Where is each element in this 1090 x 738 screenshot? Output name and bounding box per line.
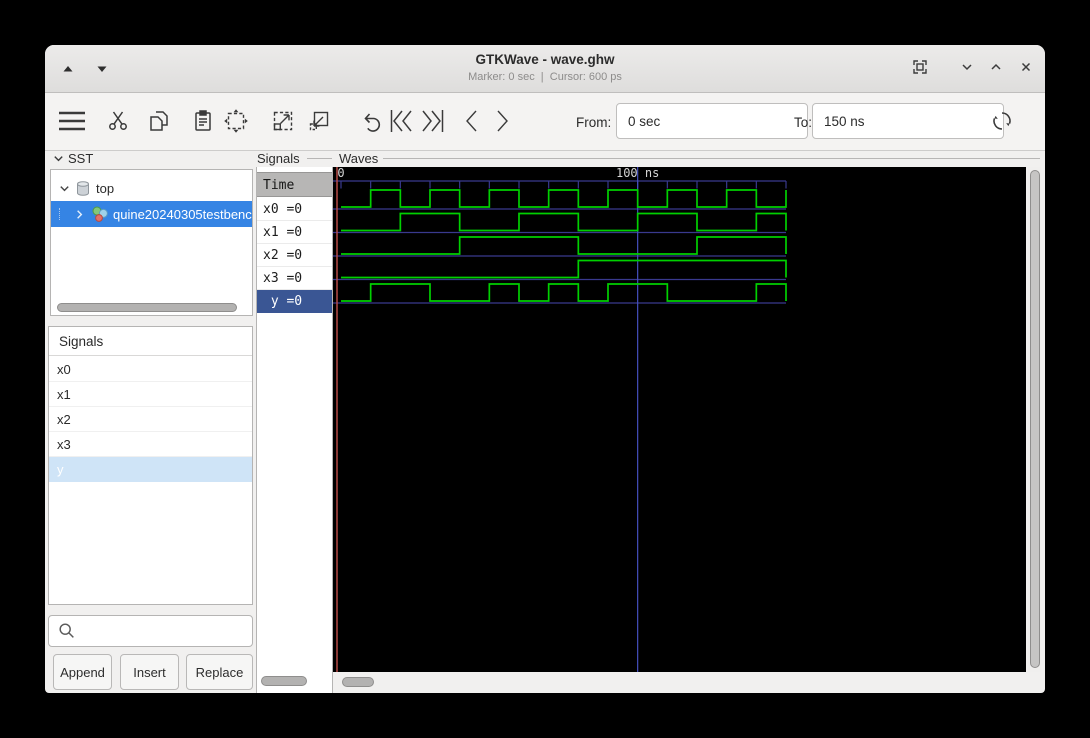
shift-right-button[interactable] bbox=[487, 106, 517, 136]
gtkwave-window: GTKWave - wave.ghw Marker: 0 sec | Curso… bbox=[45, 45, 1045, 693]
signal-name-panel: Time x0 =0 x1 =0 x2 =0 x3 =0 y =0 bbox=[256, 167, 333, 693]
signal-list-header: Signals bbox=[49, 327, 252, 356]
from-label: From: bbox=[576, 115, 612, 130]
close-button[interactable] bbox=[1011, 52, 1041, 82]
chevron-down-icon bbox=[60, 185, 69, 191]
signal-row-y[interactable]: y =0 bbox=[257, 290, 332, 313]
time-header[interactable]: Time bbox=[257, 172, 332, 197]
waves-vscrollbar[interactable] bbox=[1028, 167, 1041, 672]
chevron-left-icon bbox=[466, 110, 477, 132]
sst-tree-panel: top quine20240305testbenc bbox=[50, 169, 253, 316]
signal-search-box[interactable] bbox=[48, 615, 253, 647]
waves-vscrollbar-thumb[interactable] bbox=[1030, 170, 1040, 668]
list-item-x1[interactable]: x1 bbox=[49, 382, 252, 407]
zoom-fit-icon bbox=[224, 109, 248, 133]
tree-top-label: top bbox=[96, 180, 115, 196]
wave-canvas-svg: 0 100 ns bbox=[333, 167, 787, 672]
zoom-out-icon bbox=[309, 111, 329, 131]
list-item-x0[interactable]: x0 bbox=[49, 357, 252, 382]
signal-list-panel: Signals x0 x1 x2 x3 y bbox=[48, 326, 253, 605]
tree-hscrollbar-thumb[interactable] bbox=[57, 303, 237, 312]
menu-button[interactable] bbox=[57, 106, 87, 136]
undo-arrow-icon bbox=[364, 113, 381, 132]
undo-button[interactable] bbox=[357, 106, 387, 136]
replace-button[interactable]: Replace bbox=[186, 654, 253, 690]
cut-button[interactable] bbox=[103, 106, 133, 136]
shift-left-button[interactable] bbox=[457, 106, 487, 136]
zoom-out-button[interactable] bbox=[304, 106, 334, 136]
waves-frame-label: Waves bbox=[339, 151, 379, 166]
tree-row-testbench[interactable]: quine20240305testbenc bbox=[51, 201, 252, 227]
svg-text:0: 0 bbox=[337, 167, 344, 180]
tree-testbench-label: quine20240305testbenc bbox=[113, 206, 252, 222]
module-spheres-icon bbox=[92, 206, 108, 222]
chevron-up-icon bbox=[991, 63, 1001, 70]
copy-icon bbox=[150, 111, 168, 131]
signal-row-x1[interactable]: x1 =0 bbox=[257, 221, 332, 244]
waves-frame-line bbox=[383, 158, 1040, 159]
signal-row-x3[interactable]: x3 =0 bbox=[257, 267, 332, 290]
svg-text:100 ns: 100 ns bbox=[616, 167, 659, 180]
to-input[interactable] bbox=[812, 103, 1004, 139]
sst-label: SST bbox=[68, 151, 94, 166]
titlebar[interactable]: GTKWave - wave.ghw Marker: 0 sec | Curso… bbox=[45, 45, 1045, 93]
wave-canvas[interactable]: 0 100 ns bbox=[333, 167, 1026, 672]
minimize-button[interactable] bbox=[952, 52, 982, 82]
from-input[interactable] bbox=[616, 103, 808, 139]
signal-row-x0[interactable]: x0 =0 bbox=[257, 198, 332, 221]
chevron-right-icon bbox=[497, 110, 508, 132]
sst-expander[interactable]: SST bbox=[52, 151, 93, 166]
database-cylinder-icon bbox=[77, 180, 89, 196]
signals-hscrollbar-thumb[interactable] bbox=[261, 676, 307, 686]
tree-row-top[interactable]: top bbox=[51, 175, 252, 201]
chevron-down-icon bbox=[54, 156, 63, 162]
paste-button[interactable] bbox=[188, 106, 218, 136]
zoom-fit-button[interactable] bbox=[221, 106, 251, 136]
to-label: To: bbox=[794, 115, 813, 130]
hamburger-menu-icon bbox=[59, 111, 85, 131]
chevron-right-icon bbox=[77, 209, 83, 219]
maximize-button[interactable] bbox=[981, 52, 1011, 82]
window-subtitle: Marker: 0 sec | Cursor: 600 ps bbox=[468, 71, 622, 83]
list-item-y[interactable]: y bbox=[49, 457, 252, 482]
append-button[interactable]: Append bbox=[53, 654, 112, 690]
signal-row-x2[interactable]: x2 =0 bbox=[257, 244, 332, 267]
desktop: { "colors": { "wave_green": "#00d000", "… bbox=[0, 0, 1090, 738]
list-item-x2[interactable]: x2 bbox=[49, 407, 252, 432]
fit-window-icon bbox=[913, 60, 927, 74]
signals-frame-line bbox=[307, 158, 332, 159]
paste-clipboard-icon bbox=[195, 110, 211, 131]
list-item-x3[interactable]: x3 bbox=[49, 432, 252, 457]
skip-end-icon bbox=[422, 110, 444, 132]
search-input[interactable] bbox=[81, 616, 250, 646]
signals-frame-label: Signals bbox=[257, 151, 300, 166]
tree-guide-line bbox=[59, 208, 73, 220]
window-title: GTKWave - wave.ghw bbox=[475, 52, 615, 67]
insert-button[interactable]: Insert bbox=[120, 654, 179, 690]
fit-window-button[interactable] bbox=[905, 52, 935, 82]
close-icon bbox=[1021, 62, 1031, 72]
waves-hscrollbar-thumb[interactable] bbox=[342, 677, 374, 687]
search-icon bbox=[59, 623, 74, 638]
skip-to-start-button[interactable] bbox=[387, 106, 417, 136]
reload-icon bbox=[993, 112, 1011, 130]
zoom-in-icon bbox=[273, 111, 293, 131]
zoom-in-button[interactable] bbox=[268, 106, 298, 136]
skip-start-icon bbox=[390, 110, 412, 132]
toolbar: From: To: bbox=[45, 93, 1045, 199]
reload-button[interactable] bbox=[987, 106, 1017, 136]
copy-button[interactable] bbox=[144, 106, 174, 136]
skip-to-end-button[interactable] bbox=[417, 106, 447, 136]
scissors-icon bbox=[109, 111, 127, 130]
chevron-down-icon bbox=[962, 64, 972, 71]
